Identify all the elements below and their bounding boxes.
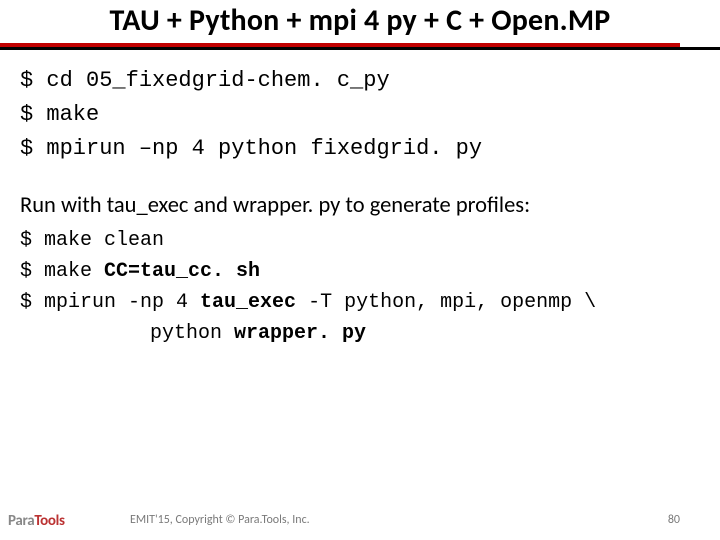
code-line: $ make: [20, 98, 700, 132]
code-bold: tau_exec: [200, 291, 296, 314]
code-line-cont: python wrapper. py: [20, 318, 700, 349]
code-text: cd 05_fixedgrid-chem. c_py: [46, 68, 389, 93]
logo-para: Para: [8, 512, 34, 530]
code-text: mpirun -np 4: [44, 291, 200, 314]
prompt: $: [20, 102, 46, 127]
title-wrap: TAU + Python + mpi 4 py + C + Open.MP: [0, 0, 720, 39]
page-number: 80: [668, 513, 720, 527]
caption-text: Run with tau_exec and wrapper. py to gen…: [20, 192, 700, 219]
slide-title: TAU + Python + mpi 4 py + C + Open.MP: [14, 2, 706, 39]
content: $ cd 05_fixedgrid-chem. c_py $ make $ mp…: [0, 50, 720, 349]
slide: TAU + Python + mpi 4 py + C + Open.MP $ …: [0, 0, 720, 540]
prompt: $: [20, 68, 46, 93]
code-line: $ cd 05_fixedgrid-chem. c_py: [20, 64, 700, 98]
code-text: make clean: [44, 229, 164, 252]
code-text: make: [46, 102, 99, 127]
code-line: $ mpirun -np 4 tau_exec -T python, mpi, …: [20, 287, 700, 318]
code-text: -T python, mpi, openmp \: [296, 291, 596, 314]
code-bold: CC=tau_cc. sh: [104, 260, 260, 283]
code-line: $ make clean: [20, 225, 700, 256]
prompt: $: [20, 260, 44, 283]
prompt: $: [20, 136, 46, 161]
code-block-2: $ make clean $ make CC=tau_cc. sh $ mpir…: [20, 225, 700, 349]
logo: ParaTools: [0, 511, 120, 530]
code-line: $ make CC=tau_cc. sh: [20, 256, 700, 287]
copyright-text: EMIT'15, Copyright © Para.Tools, Inc.: [120, 513, 668, 527]
code-line: $ mpirun –np 4 python fixedgrid. py: [20, 132, 700, 166]
prompt: $: [20, 291, 44, 314]
code-text: mpirun –np 4 python fixedgrid. py: [46, 136, 482, 161]
prompt: $: [20, 229, 44, 252]
footer: ParaTools EMIT'15, Copyright © Para.Tool…: [0, 500, 720, 540]
code-block-1: $ cd 05_fixedgrid-chem. c_py $ make $ mp…: [20, 64, 700, 166]
logo-tools: Tools: [34, 512, 64, 530]
code-text: python: [150, 322, 234, 345]
code-bold: wrapper. py: [234, 322, 366, 345]
code-text: make: [44, 260, 104, 283]
